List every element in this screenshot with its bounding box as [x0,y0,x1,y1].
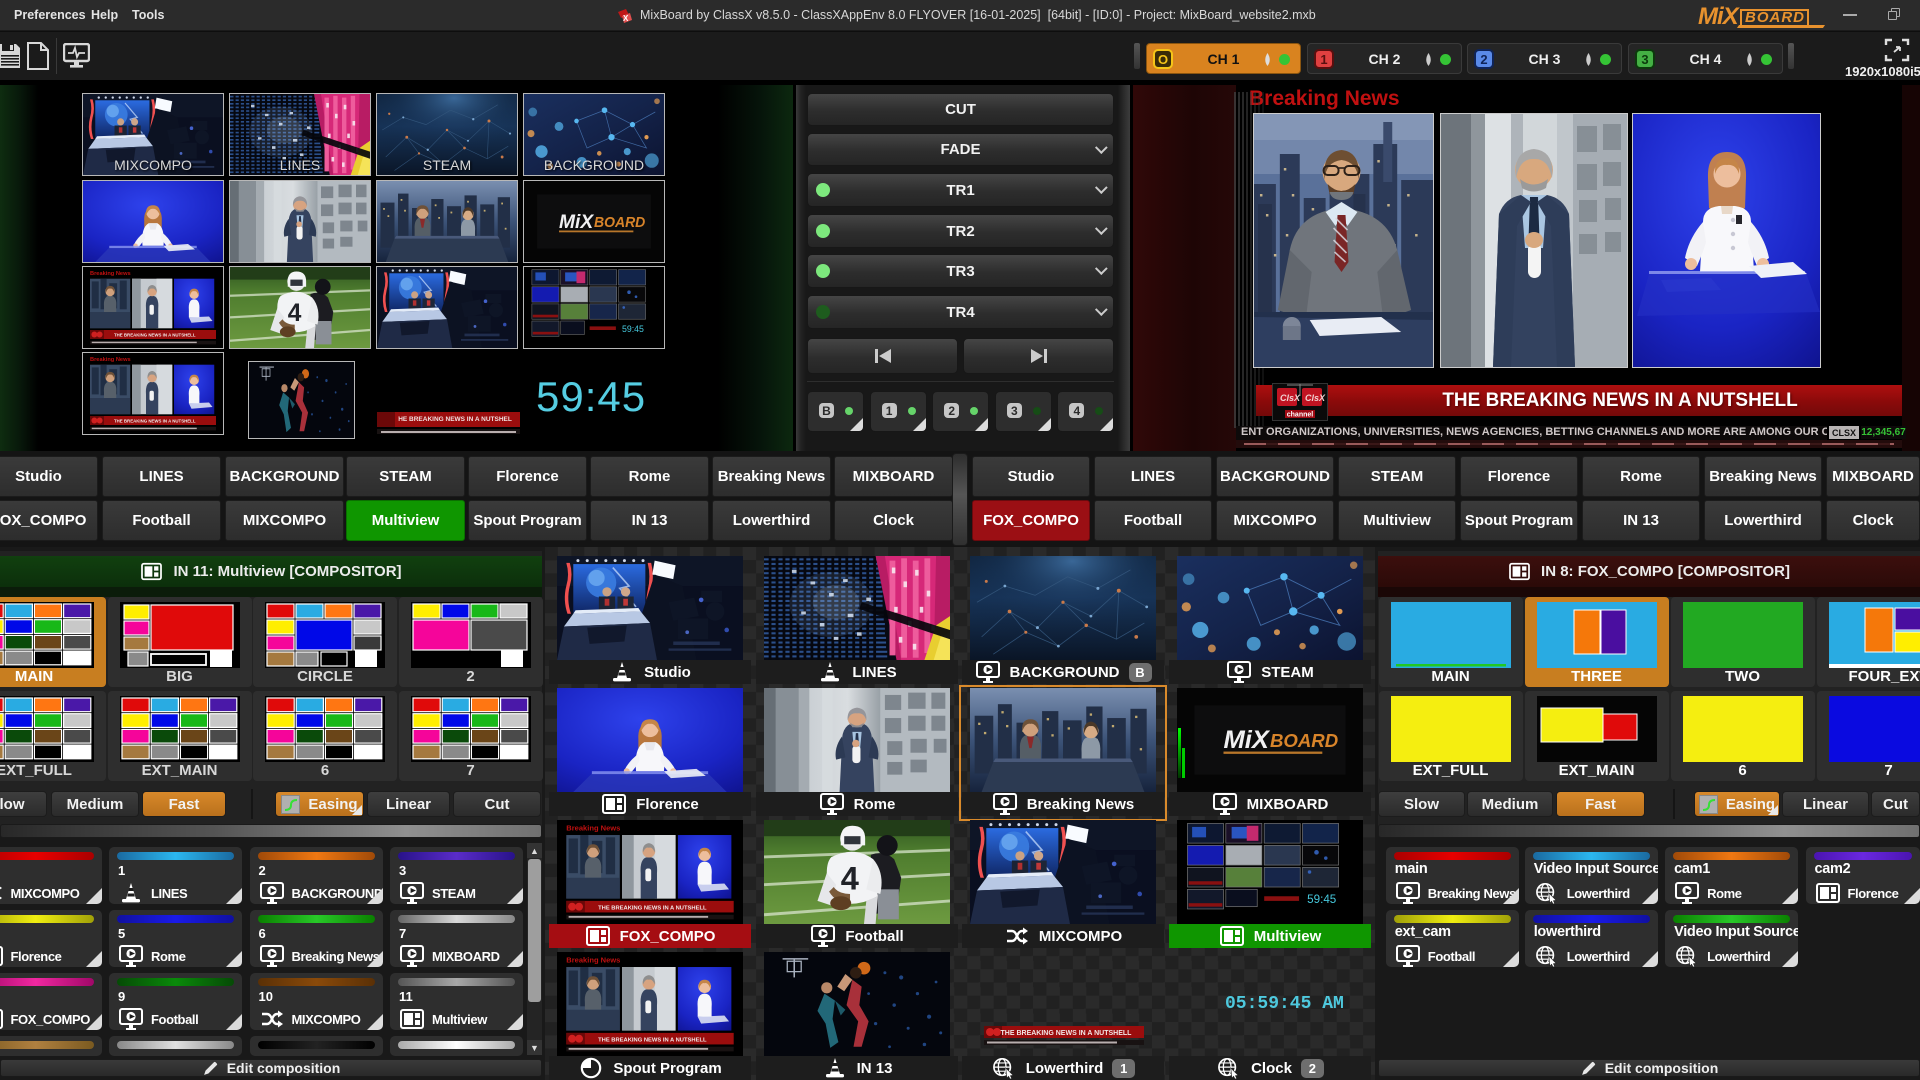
svg-text:X: X [623,14,629,23]
svg-text:ClsX: ClsX [1280,393,1301,403]
svg-text:ClsX: ClsX [1305,393,1326,403]
svg-text:channel: channel [1287,412,1314,419]
